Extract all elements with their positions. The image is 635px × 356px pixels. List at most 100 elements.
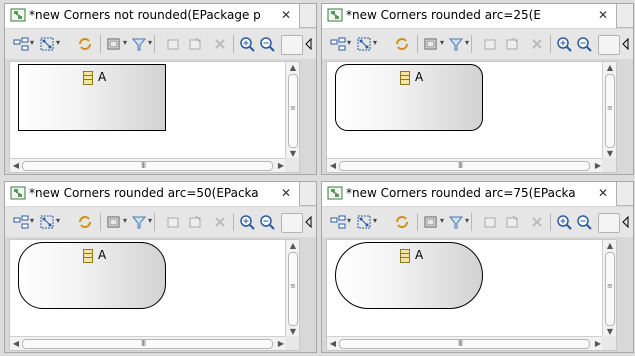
zoom-combo[interactable] — [281, 213, 303, 233]
layer-icon[interactable] — [423, 36, 439, 52]
arrange-all-icon[interactable] — [39, 36, 55, 52]
diagram-canvas[interactable]: A ▲ ≡ ▼ ◀ III ▶ — [9, 239, 300, 351]
zoom-out-icon[interactable] — [576, 36, 592, 52]
scroll-thumb[interactable]: III — [339, 161, 590, 171]
copy-format-icon[interactable] — [482, 36, 498, 52]
horizontal-scrollbar[interactable]: ◀ III ▶ — [10, 336, 287, 350]
chevron-down-icon[interactable]: ▾ — [373, 38, 380, 48]
delete-icon[interactable] — [529, 36, 545, 52]
editor-tab[interactable]: *new Corners not rounded(EPackage p ✕ — [5, 4, 300, 28]
scroll-up-icon[interactable]: ▲ — [287, 240, 299, 252]
copy-format-icon[interactable] — [482, 214, 498, 230]
scroll-left-icon[interactable]: ◀ — [327, 338, 339, 350]
scroll-left-icon[interactable]: ◀ — [10, 160, 22, 172]
paste-format-icon[interactable] — [504, 36, 520, 52]
vertical-scrollbar[interactable]: ▲ ≡ ▼ — [285, 62, 299, 160]
arrange-all-icon[interactable] — [39, 214, 55, 230]
close-icon[interactable]: ✕ — [279, 8, 293, 22]
editor-tab[interactable]: *new Corners rounded arc=75(EPacka ✕ — [322, 182, 617, 206]
arrange-all-icon[interactable] — [356, 214, 372, 230]
delete-icon[interactable] — [212, 214, 228, 230]
close-icon[interactable]: ✕ — [596, 8, 610, 22]
zoom-out-icon[interactable] — [576, 214, 592, 230]
scroll-up-icon[interactable]: ▲ — [604, 62, 616, 74]
zoom-combo[interactable] — [598, 35, 620, 55]
delete-icon[interactable] — [212, 36, 228, 52]
scroll-left-icon[interactable]: ◀ — [10, 338, 22, 350]
collapse-toolbar-icon[interactable] — [622, 216, 630, 228]
diagram-node[interactable]: A — [18, 242, 166, 309]
refresh-icon[interactable] — [394, 214, 410, 230]
paste-format-icon[interactable] — [504, 214, 520, 230]
chevron-down-icon[interactable]: ▾ — [56, 38, 63, 48]
select-all-icon[interactable] — [330, 36, 346, 52]
close-icon[interactable]: ✕ — [279, 186, 293, 200]
zoom-in-icon[interactable] — [239, 214, 255, 230]
chevron-down-icon[interactable]: ▾ — [30, 216, 37, 226]
diagram-node[interactable]: A — [18, 64, 166, 131]
vertical-scrollbar[interactable]: ▲ ≡ ▼ — [285, 240, 299, 338]
zoom-combo[interactable] — [281, 35, 303, 55]
paste-format-icon[interactable] — [187, 214, 203, 230]
select-all-icon[interactable] — [330, 214, 346, 230]
scroll-thumb[interactable]: III — [339, 339, 590, 349]
collapse-toolbar-icon[interactable] — [622, 38, 630, 50]
vertical-scrollbar[interactable]: ▲ ≡ ▼ — [602, 62, 616, 160]
zoom-in-icon[interactable] — [556, 36, 572, 52]
paste-format-icon[interactable] — [187, 36, 203, 52]
select-all-icon[interactable] — [13, 36, 29, 52]
filter-icon[interactable] — [131, 36, 147, 52]
zoom-out-icon[interactable] — [259, 214, 275, 230]
editor-tab[interactable]: *new Corners rounded arc=50(EPacka ✕ — [5, 182, 300, 206]
zoom-in-icon[interactable] — [556, 214, 572, 230]
chevron-down-icon[interactable]: ▾ — [440, 216, 447, 226]
collapse-toolbar-icon[interactable] — [305, 216, 313, 228]
filter-icon[interactable] — [448, 214, 464, 230]
select-all-icon[interactable] — [13, 214, 29, 230]
filter-icon[interactable] — [131, 214, 147, 230]
scroll-up-icon[interactable]: ▲ — [287, 62, 299, 74]
zoom-in-icon[interactable] — [239, 36, 255, 52]
copy-format-icon[interactable] — [165, 36, 181, 52]
horizontal-scrollbar[interactable]: ◀ III ▶ — [327, 158, 604, 172]
vertical-scrollbar[interactable]: ▲ ≡ ▼ — [602, 240, 616, 338]
scroll-thumb[interactable]: III — [22, 339, 273, 349]
collapse-toolbar-icon[interactable] — [305, 38, 313, 50]
diagram-canvas[interactable]: A ▲ ≡ ▼ ◀ III ▶ — [326, 61, 617, 173]
layer-icon[interactable] — [106, 214, 122, 230]
chevron-down-icon[interactable]: ▾ — [440, 38, 447, 48]
scroll-up-icon[interactable]: ▲ — [604, 240, 616, 252]
diagram-node[interactable]: A — [335, 242, 483, 309]
arrange-all-icon[interactable] — [356, 36, 372, 52]
chevron-down-icon[interactable]: ▾ — [123, 38, 130, 48]
diagram-canvas[interactable]: A ▲ ≡ ▼ ◀ III ▶ — [326, 239, 617, 351]
refresh-icon[interactable] — [77, 214, 93, 230]
scroll-thumb[interactable]: ≡ — [288, 252, 298, 326]
delete-icon[interactable] — [529, 214, 545, 230]
scroll-thumb[interactable]: ≡ — [288, 74, 298, 148]
diagram-node[interactable]: A — [335, 64, 483, 131]
zoom-out-icon[interactable] — [259, 36, 275, 52]
chevron-down-icon[interactable]: ▾ — [30, 38, 37, 48]
diagram-canvas[interactable]: A ▲ ≡ ▼ ◀ III ▶ — [9, 61, 300, 173]
chevron-down-icon[interactable]: ▾ — [347, 38, 354, 48]
scroll-thumb[interactable]: ≡ — [605, 74, 615, 148]
scroll-thumb[interactable]: ≡ — [605, 252, 615, 326]
chevron-down-icon[interactable]: ▾ — [123, 216, 130, 226]
chevron-down-icon[interactable]: ▾ — [56, 216, 63, 226]
scroll-thumb[interactable]: III — [22, 161, 273, 171]
close-icon[interactable]: ✕ — [596, 186, 610, 200]
chevron-down-icon[interactable]: ▾ — [347, 216, 354, 226]
refresh-icon[interactable] — [77, 36, 93, 52]
zoom-combo[interactable] — [598, 213, 620, 233]
copy-format-icon[interactable] — [165, 214, 181, 230]
chevron-down-icon[interactable]: ▾ — [373, 216, 380, 226]
filter-icon[interactable] — [448, 36, 464, 52]
scroll-left-icon[interactable]: ◀ — [327, 160, 339, 172]
horizontal-scrollbar[interactable]: ◀ III ▶ — [10, 158, 287, 172]
horizontal-scrollbar[interactable]: ◀ III ▶ — [327, 336, 604, 350]
layer-icon[interactable] — [106, 36, 122, 52]
layer-icon[interactable] — [423, 214, 439, 230]
refresh-icon[interactable] — [394, 36, 410, 52]
editor-tab[interactable]: *new Corners rounded arc=25(E ✕ — [322, 4, 617, 28]
